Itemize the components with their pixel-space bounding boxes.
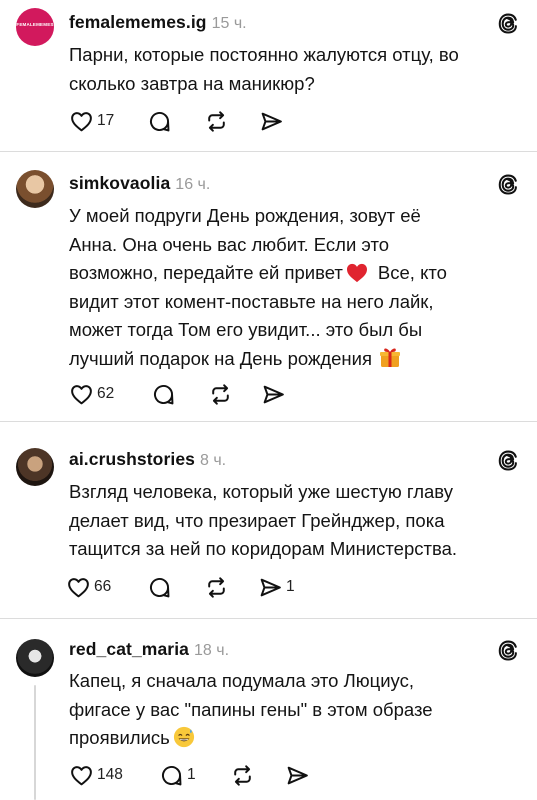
threads-logo-icon[interactable] (497, 173, 519, 195)
repost-button[interactable] (208, 381, 233, 407)
heart-icon (66, 575, 91, 600)
post-text-line: фигасе у вас "папины гены" в этом образе (69, 698, 433, 720)
post-text-line: Анна. Она очень вас любит. Если это (69, 233, 390, 255)
post-femalememes: FEMALEMEMES femalememes.ig 15 ч. Парни, к… (0, 0, 537, 151)
share-count: 1 (286, 578, 295, 595)
share-button[interactable]: 1 (258, 574, 295, 600)
post-text: У моей подруги День рождения, зовут её А… (69, 202, 521, 373)
post-text: Парни, которые постоянно жалуются отцу, … (69, 41, 521, 98)
heart-icon (69, 382, 94, 407)
username[interactable]: simkovaolia (69, 173, 170, 193)
reply-button[interactable] (147, 108, 172, 134)
username[interactable]: femalememes.ig (69, 12, 207, 32)
send-icon (258, 575, 283, 600)
threads-logo-icon[interactable] (497, 639, 519, 661)
threads-logo-icon[interactable] (497, 449, 519, 471)
post-header: femalememes.ig 15 ч. (69, 12, 247, 33)
avatar-logo-text: FEMALEMEMES (16, 22, 54, 27)
gift-emoji-icon (379, 348, 400, 367)
sweat-smile-emoji-icon (173, 726, 194, 748)
username[interactable]: ai.crushstories (69, 449, 195, 469)
heart-icon (69, 109, 94, 134)
post-text-fragment: проявились (69, 727, 170, 748)
comment-icon (159, 763, 184, 788)
reply-button[interactable] (151, 381, 176, 407)
share-button[interactable] (259, 108, 284, 134)
post-text: Капец, я сначала подумала это Люциус, фи… (69, 667, 521, 753)
red-heart-emoji-icon (346, 263, 367, 283)
post-text-line: может тогда Том его увидит... это был бы (69, 319, 423, 340)
like-button[interactable]: 66 (66, 574, 111, 600)
timestamp: 8 ч. (200, 452, 227, 469)
post-text-line: видит этот комент-поставьте на него лайк… (69, 290, 434, 312)
like-count: 62 (97, 385, 115, 402)
like-count: 17 (97, 112, 115, 129)
post-text-line: делает вид, что презирает Грейнджер, пок… (69, 509, 445, 531)
post-text-line: У моей подруги День рождения, зовут её (69, 205, 421, 226)
repost-button[interactable] (204, 574, 229, 600)
comment-icon (147, 575, 172, 600)
share-button[interactable] (285, 762, 310, 788)
repost-icon (230, 763, 255, 788)
post-text-line: Капец, я сначала подумала это Люциус, (69, 670, 414, 691)
heart-icon (69, 763, 94, 788)
post-simkovaolia: simkovaolia 16 ч. У моей подруги День рож… (0, 152, 537, 421)
send-icon (285, 763, 310, 788)
repost-icon (204, 575, 229, 600)
post-text-line: Парни, которые постоянно жалуются отцу, … (69, 44, 459, 65)
avatar[interactable]: FEMALEMEMES (16, 8, 54, 46)
send-icon (261, 382, 286, 407)
like-button[interactable]: 62 (69, 381, 114, 407)
timestamp: 16 ч. (175, 176, 211, 193)
post-text-fragment: Все, кто (377, 262, 447, 283)
reply-button[interactable] (147, 574, 172, 600)
timestamp: 15 ч. (211, 15, 247, 32)
post-red-cat-maria: red_cat_maria 18 ч. Капец, я сначала поду… (0, 619, 537, 800)
comment-icon (151, 382, 176, 407)
repost-icon (208, 382, 233, 407)
repost-button[interactable] (230, 762, 255, 788)
post-text-line: сколько завтра на маникюр? (69, 72, 315, 94)
username[interactable]: red_cat_maria (69, 639, 189, 659)
post-text-fragment: лучший подарок на День рождения (69, 347, 372, 369)
post-text-line: лучший подарок на День рождения (69, 345, 521, 374)
post-text-line: возможно, передайте ей привет Все, кто (69, 259, 521, 288)
comment-icon (147, 109, 172, 134)
post-text: Взгляд человека, который уже шестую глав… (69, 478, 521, 564)
post-header: red_cat_maria 18 ч. (69, 639, 229, 660)
post-text-line: Взгляд человека, который уже шестую глав… (69, 481, 453, 502)
share-button[interactable] (261, 381, 286, 407)
post-text-line: тащится за ней по коридорам Министерства… (69, 538, 458, 559)
repost-button[interactable] (204, 108, 229, 134)
send-icon (259, 109, 284, 134)
timestamp: 18 ч. (194, 642, 230, 659)
like-count: 66 (94, 578, 112, 595)
repost-icon (204, 109, 229, 134)
like-button[interactable]: 17 (69, 108, 114, 134)
avatar[interactable] (16, 639, 54, 677)
like-button[interactable]: 148 (69, 762, 123, 788)
post-text-fragment: возможно, передайте ей привет (69, 262, 343, 283)
like-count: 148 (97, 766, 123, 783)
post-header: ai.crushstories 8 ч. (69, 449, 226, 470)
avatar[interactable] (16, 448, 54, 486)
post-header: simkovaolia 16 ч. (69, 173, 210, 194)
threads-logo-icon[interactable] (497, 12, 519, 34)
reply-count: 1 (187, 766, 196, 783)
post-ai-crushstories: ai.crushstories 8 ч. Взгляд человека, кот… (0, 422, 537, 618)
avatar[interactable] (16, 170, 54, 208)
post-text-line: проявились (69, 724, 521, 753)
reply-thread-line (34, 685, 36, 800)
reply-button[interactable]: 1 (159, 762, 196, 788)
